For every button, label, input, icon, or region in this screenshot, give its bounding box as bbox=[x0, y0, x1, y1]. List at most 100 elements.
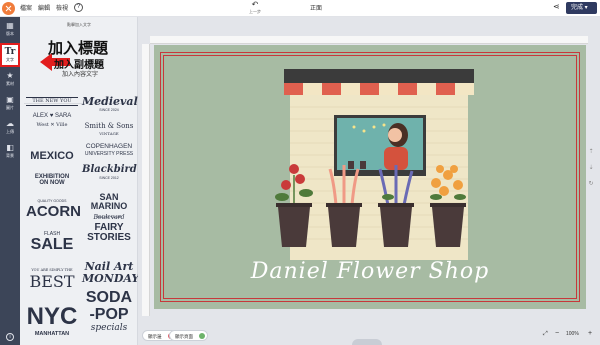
text-template[interactable]: COPENHAGEN UNIVERSITY PRESS bbox=[82, 143, 136, 157]
template-text: ON NOW bbox=[39, 180, 65, 186]
text-template[interactable]: NYC bbox=[26, 305, 78, 329]
rail-label: 素材 bbox=[6, 81, 14, 86]
show-page-label: 顯示頁面 bbox=[175, 334, 193, 339]
text-template[interactable]: FAIRY STORIES bbox=[84, 223, 134, 243]
template-text: Boulevard bbox=[93, 214, 125, 221]
rail-label: 背景 bbox=[6, 153, 14, 158]
template-text: MANHATTAN bbox=[34, 331, 70, 337]
undo-icon: ↶ bbox=[251, 0, 259, 9]
show-page-button[interactable]: 顯示頁面 bbox=[169, 330, 208, 341]
text-template[interactable]: specials bbox=[82, 324, 136, 333]
template-text: ACORN bbox=[26, 203, 81, 220]
top-bar: 檔案 編輯 檢視 ? ↶ 上一步 正面 ⋖ 完成 ▾ bbox=[0, 0, 600, 17]
rail-item-images[interactable]: ▣ 圖片 bbox=[0, 93, 20, 117]
document-title: 正面 bbox=[310, 6, 323, 12]
text-template[interactable]: Medieval bbox=[82, 95, 138, 108]
info-icon[interactable]: i bbox=[6, 333, 14, 341]
template-text: SINCE 2012 bbox=[99, 176, 119, 180]
horizontal-ruler bbox=[150, 36, 588, 44]
rail-item-upload[interactable]: ☁ 上傳 bbox=[0, 117, 20, 141]
text-template[interactable]: SINCE 2012 bbox=[82, 176, 136, 181]
rotate-icon[interactable]: ↻ bbox=[586, 180, 596, 196]
text-template[interactable]: THE NEW YOU bbox=[26, 97, 78, 106]
zoom-level: 100% bbox=[566, 331, 579, 337]
help-icon[interactable]: ? bbox=[74, 3, 83, 12]
show-bleed-label: 顯示邊 bbox=[148, 334, 162, 339]
template-text: ALEX ♥ SARA bbox=[32, 113, 72, 119]
template-text: MEXICO bbox=[30, 150, 74, 162]
text-template[interactable]: West ✕ Ville bbox=[26, 123, 78, 128]
text-template[interactable]: Smith & Sons VINTAGE bbox=[82, 123, 136, 137]
vertical-ruler bbox=[142, 44, 150, 316]
template-text: THE NEW YOU bbox=[32, 98, 72, 104]
flower-shop-illustration bbox=[275, 69, 474, 260]
left-rail: ▦ 版本 Tr 文字 ★ 素材 ▣ 圖片 ☁ 上傳 ◧ 背景 i bbox=[0, 17, 20, 345]
template-text: BEST bbox=[29, 272, 75, 291]
arrow-down-icon[interactable]: ⇣ bbox=[586, 164, 596, 180]
app-logo[interactable] bbox=[2, 2, 15, 15]
add-body-text-button[interactable]: 加入內容文字 bbox=[62, 69, 98, 78]
template-text: Medieval bbox=[82, 95, 138, 108]
template-text: West ✕ Ville bbox=[36, 122, 68, 128]
rail-label: 圖片 bbox=[6, 105, 14, 110]
done-button[interactable]: 完成 ▾ bbox=[566, 2, 597, 14]
rail-label: 文字 bbox=[6, 57, 14, 62]
layers-icon: ◧ bbox=[6, 143, 14, 152]
template-text: UNIVERSITY PRESS bbox=[84, 150, 134, 157]
rail-item-background[interactable]: ◧ 背景 bbox=[0, 141, 20, 165]
template-text: Blackbird bbox=[82, 164, 137, 175]
menu-view[interactable]: 檢視 bbox=[56, 3, 68, 12]
zoom-out-button[interactable]: − bbox=[555, 330, 559, 337]
shop-name-text[interactable]: Daniel Flower Shop bbox=[154, 259, 586, 284]
undo-label: 上一步 bbox=[249, 9, 261, 14]
page-tab[interactable] bbox=[352, 339, 382, 345]
text-template[interactable]: ACORN bbox=[26, 203, 81, 220]
image-icon: ▣ bbox=[6, 95, 14, 104]
template-text: SINCE 2024 bbox=[99, 108, 119, 112]
rail-item-elements[interactable]: ★ 素材 bbox=[0, 69, 20, 93]
template-text: -POP bbox=[89, 305, 129, 323]
template-text: NYC bbox=[26, 303, 78, 330]
done-label: 完成 bbox=[571, 5, 584, 11]
template-text: COPENHAGEN bbox=[85, 143, 133, 150]
template-text: FAIRY STORIES bbox=[87, 222, 131, 243]
text-template[interactable]: EXHIBITION ON NOW bbox=[26, 174, 78, 186]
design-canvas[interactable]: Daniel Flower Shop bbox=[154, 45, 586, 309]
panel-hint: 點擊加入文字 bbox=[67, 22, 91, 27]
menu-file[interactable]: 檔案 bbox=[20, 3, 32, 12]
side-tools: ⇡ ⇣ ↻ bbox=[586, 148, 596, 196]
template-text: SALE bbox=[30, 236, 74, 253]
layout-icon: ▦ bbox=[6, 21, 14, 30]
template-text: specials bbox=[90, 323, 128, 333]
text-panel: 點擊加入文字 加入標題 加入副標題 加入內容文字 THE NEW YOU ALE… bbox=[20, 17, 147, 345]
text-template[interactable]: ALEX ♥ SARA bbox=[26, 113, 78, 119]
template-text: SODA bbox=[85, 289, 133, 306]
template-text: SAN MARINO bbox=[90, 192, 128, 211]
text-template[interactable]: SALE bbox=[26, 237, 78, 253]
text-icon: Tr bbox=[4, 47, 16, 57]
rail-item-text[interactable]: Tr 文字 bbox=[0, 43, 20, 67]
text-template[interactable]: Nail Art MONDAYS bbox=[82, 261, 147, 284]
add-heading-button[interactable]: 加入標題 bbox=[48, 37, 108, 58]
toggle-indicator bbox=[199, 333, 205, 339]
fit-screen-icon[interactable]: ⤢ bbox=[543, 331, 548, 338]
zoom-in-button[interactable]: + bbox=[588, 330, 592, 337]
cloud-icon: ☁ bbox=[6, 119, 14, 128]
share-icon[interactable]: ⋖ bbox=[553, 3, 560, 11]
text-template[interactable]: BEST bbox=[26, 274, 78, 290]
rail-label: 版本 bbox=[6, 31, 14, 36]
arrow-up-icon[interactable]: ⇡ bbox=[586, 148, 596, 164]
text-template[interactable]: MEXICO bbox=[26, 151, 78, 162]
text-template[interactable]: Blackbird bbox=[82, 164, 137, 175]
text-template[interactable]: MANHATTAN bbox=[26, 331, 78, 338]
undo-button[interactable]: ↶ 上一步 bbox=[246, 1, 264, 15]
template-text: VINTAGE bbox=[99, 131, 119, 136]
text-template[interactable]: SODA -POP bbox=[82, 289, 136, 324]
menu-edit[interactable]: 編輯 bbox=[38, 3, 50, 12]
template-text: Smith & Sons bbox=[84, 122, 134, 130]
star-icon: ★ bbox=[6, 71, 14, 80]
text-template[interactable]: SINCE 2024 bbox=[82, 108, 136, 113]
rail-label: 上傳 bbox=[6, 129, 14, 134]
rail-item-layout[interactable]: ▦ 版本 bbox=[0, 19, 20, 43]
text-template[interactable]: Boulevard bbox=[82, 215, 136, 221]
